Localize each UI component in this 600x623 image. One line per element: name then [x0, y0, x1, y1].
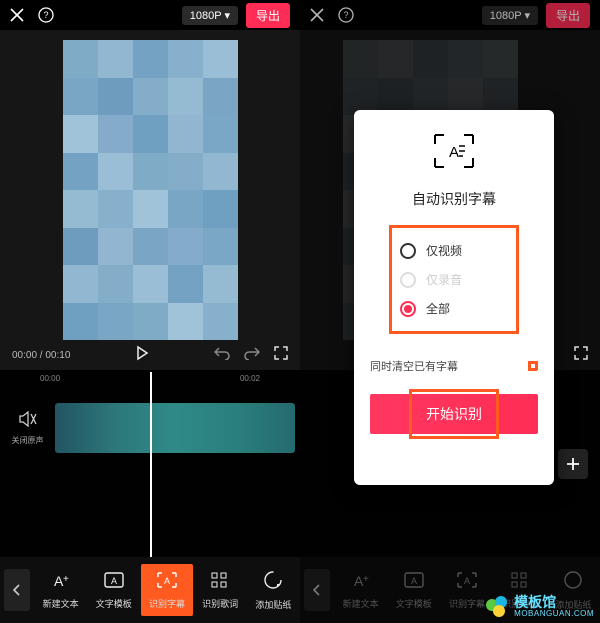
highlight-box	[528, 361, 538, 371]
svg-text:?: ?	[43, 10, 48, 20]
top-bar: ? 1080P ▾ 导出	[0, 0, 300, 30]
sticker-icon	[263, 570, 283, 595]
preview-thumbnail	[63, 40, 238, 340]
svg-text:A: A	[111, 576, 117, 586]
svg-text:?: ?	[343, 10, 348, 20]
auto-subtitle-modal: A 自动识别字幕 仅视频 仅录音 全部 同时清空已有字幕 开始识别	[354, 110, 554, 485]
tool-label: 文字模板	[396, 597, 432, 610]
tool-label: 识别字幕	[449, 597, 485, 610]
text-add-icon: A+	[50, 571, 72, 594]
option-label: 仅录音	[426, 271, 462, 288]
redo-icon[interactable]	[244, 346, 260, 365]
resolution-label: 1080P	[490, 10, 522, 22]
close-icon[interactable]	[310, 8, 324, 22]
clear-existing-label: 同时清空已有字幕	[370, 358, 458, 374]
fullscreen-icon[interactable]	[574, 346, 588, 365]
template-icon: A	[404, 571, 424, 594]
tool-label: 添加贴纸	[255, 598, 291, 611]
radio-icon	[400, 243, 416, 259]
option-audio-only: 仅录音	[398, 265, 510, 294]
template-icon: A	[104, 571, 124, 594]
svg-text:A: A	[464, 576, 470, 586]
option-label: 全部	[426, 300, 450, 317]
export-button[interactable]: 导出	[246, 3, 290, 28]
resolution-label: 1080P	[190, 10, 222, 22]
svg-text:+: +	[63, 574, 69, 585]
radio-icon	[400, 301, 416, 317]
lyrics-icon	[209, 571, 231, 594]
transport-bar: 00:00 / 00:10	[8, 340, 292, 370]
toolbar: A+ 新建文本 A 文字模板 A 识别字幕 识别歌词 添加贴纸	[0, 557, 300, 623]
mute-button[interactable]: 关闭原声	[0, 411, 55, 446]
help-icon[interactable]: ?	[338, 7, 354, 23]
watermark-subtitle: MOBANGUAN.COM	[514, 609, 594, 618]
timeline[interactable]: 00:00 00:02 关闭原声	[0, 370, 300, 557]
option-all[interactable]: 全部	[398, 294, 510, 323]
preview-area: 00:00 / 00:10	[0, 30, 300, 370]
tool-label: 识别字幕	[149, 597, 185, 610]
undo-icon[interactable]	[214, 346, 230, 365]
svg-text:A: A	[164, 576, 170, 586]
svg-text:+: +	[363, 574, 369, 585]
tool-new-text[interactable]: A+ 新建文本	[335, 564, 387, 616]
time-total: 00:10	[45, 350, 70, 361]
play-icon[interactable]	[134, 345, 150, 366]
subtitle-recognize-icon: A	[156, 571, 178, 594]
video-preview[interactable]	[8, 40, 292, 340]
svg-text:A: A	[449, 144, 459, 161]
tool-add-sticker[interactable]: 添加贴纸	[247, 564, 299, 616]
add-clip-button[interactable]	[558, 449, 588, 479]
watermark-logo-icon	[484, 593, 510, 619]
text-add-icon: A+	[350, 571, 372, 594]
watermark-title: 模板馆	[514, 595, 594, 609]
option-video-only[interactable]: 仅视频	[398, 236, 510, 265]
ruler-tick: 00:00	[40, 374, 60, 383]
mute-label: 关闭原声	[0, 435, 55, 446]
ruler-tick: 00:02	[240, 374, 260, 383]
editor-screen-left: ? 1080P ▾ 导出 00:0	[0, 0, 300, 623]
time-display: 00:00 / 00:10	[12, 350, 70, 361]
tool-label: 新建文本	[343, 597, 379, 610]
time-current: 00:00	[12, 350, 37, 361]
toolbar-back-button[interactable]	[304, 569, 330, 611]
subtitle-recognize-icon: A	[456, 571, 478, 594]
resolution-selector[interactable]: 1080P ▾	[182, 6, 238, 25]
top-bar: ? 1080P ▾ 导出	[300, 0, 600, 30]
watermark: 模板馆 MOBANGUAN.COM	[484, 593, 594, 619]
lyrics-icon	[509, 571, 531, 594]
tool-recognize-lyrics[interactable]: 识别歌词	[194, 564, 246, 616]
svg-text:A: A	[411, 576, 417, 586]
tool-label: 识别歌词	[202, 597, 238, 610]
modal-title: 自动识别字幕	[412, 189, 496, 209]
toolbar-back-button[interactable]	[4, 569, 30, 611]
option-label: 仅视频	[426, 242, 462, 259]
clear-existing-row: 同时清空已有字幕	[370, 358, 538, 374]
tool-text-template[interactable]: A 文字模板	[88, 564, 140, 616]
playhead[interactable]	[150, 372, 152, 557]
tool-label: 新建文本	[43, 597, 79, 610]
subtitle-scan-icon: A	[432, 132, 476, 175]
start-label: 开始识别	[426, 404, 482, 424]
tool-text-template[interactable]: A 文字模板	[388, 564, 440, 616]
video-clip[interactable]	[55, 403, 295, 453]
tool-new-text[interactable]: A+ 新建文本	[35, 564, 87, 616]
export-button[interactable]: 导出	[546, 3, 590, 28]
start-recognition-button[interactable]: 开始识别	[370, 394, 538, 434]
source-options-group: 仅视频 仅录音 全部	[389, 225, 519, 334]
resolution-selector[interactable]: 1080P ▾	[482, 6, 538, 25]
radio-icon	[400, 272, 416, 288]
tool-recognize-subtitle[interactable]: A 识别字幕	[141, 564, 193, 616]
help-icon[interactable]: ?	[38, 7, 54, 23]
close-icon[interactable]	[10, 8, 24, 22]
sticker-icon	[563, 570, 583, 595]
tool-label: 文字模板	[96, 597, 132, 610]
fullscreen-icon[interactable]	[274, 346, 288, 365]
